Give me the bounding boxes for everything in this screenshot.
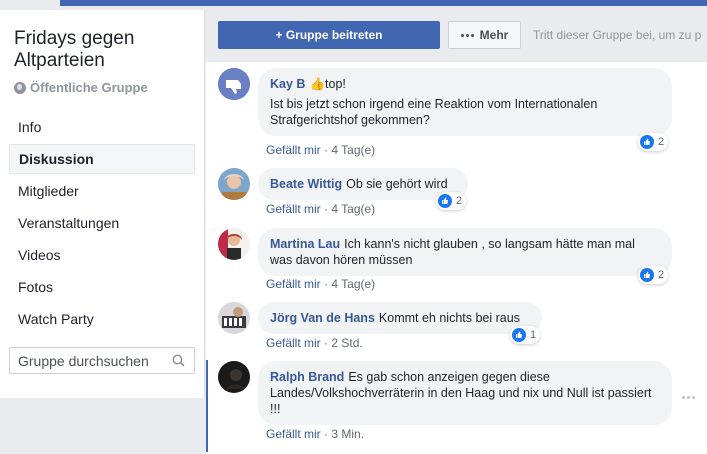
like-reaction-icon	[512, 328, 526, 342]
avatar[interactable]	[218, 228, 250, 260]
like-reaction-icon	[640, 268, 654, 282]
user-photo	[218, 361, 250, 393]
top-strip	[0, 0, 707, 10]
like-reaction-icon	[438, 194, 452, 208]
avatar[interactable]	[218, 68, 250, 100]
group-privacy: Öffentliche Gruppe	[14, 80, 148, 95]
comment-timestamp[interactable]: 4 Tag(e)	[331, 202, 375, 216]
comment-item	[218, 228, 250, 260]
group-nav: Info Diskussion Mitglieder Veranstaltung…	[9, 112, 195, 336]
comment-meta: Gefällt mir · 4 Tag(e)	[266, 143, 376, 157]
reaction-number: 2	[658, 269, 665, 281]
group-search-input[interactable]	[18, 352, 168, 369]
like-link[interactable]: Gefällt mir	[266, 336, 321, 350]
join-group-button[interactable]: + Gruppe beitreten	[218, 21, 440, 49]
comment-item	[218, 68, 250, 100]
comment-bubble: Ralph Brand Es gab schon anzeigen gegen d…	[258, 361, 672, 425]
comment-meta: Gefällt mir · 2 Std.	[266, 336, 363, 350]
group-search	[9, 347, 195, 374]
nav-item-diskussion[interactable]: Diskussion	[9, 144, 195, 174]
comment-text: Kommt eh nichts bei raus	[378, 311, 520, 325]
comment-author[interactable]: Beate Wittig	[270, 177, 342, 191]
like-link[interactable]: Gefällt mir	[266, 143, 321, 157]
comment-text: top!	[325, 77, 346, 91]
more-button[interactable]: Mehr	[448, 21, 521, 49]
comment-options-icon[interactable]	[682, 396, 695, 399]
like-link[interactable]: Gefällt mir	[266, 277, 321, 291]
reaction-number: 2	[456, 195, 463, 207]
avatar[interactable]	[218, 168, 250, 200]
group-title[interactable]: Fridays gegen Altparteien	[14, 28, 194, 72]
emoji-thumbs-up: 👍	[309, 77, 326, 91]
user-photo	[218, 302, 250, 334]
like-link[interactable]: Gefällt mir	[266, 427, 321, 441]
search-icon[interactable]	[172, 354, 185, 367]
comment-text-body: Ist bis jetzt schon irgend eine Reaktion…	[270, 97, 598, 127]
comment-item	[218, 361, 250, 393]
group-sidebar: Fridays gegen Altparteien Öffentliche Gr…	[0, 10, 205, 454]
join-hint: Tritt dieser Gruppe bei, um zu p	[533, 28, 702, 42]
top-nav-bar	[60, 0, 707, 6]
join-group-label: + Gruppe beitreten	[275, 28, 383, 42]
comment-timestamp[interactable]: 4 Tag(e)	[331, 143, 375, 157]
sidebar-footer-space	[0, 398, 205, 454]
user-photo	[218, 168, 250, 200]
comment-item	[218, 168, 250, 200]
comment-author[interactable]: Jörg Van de Hans	[270, 311, 375, 325]
more-dots-icon	[460, 33, 474, 37]
comment-timestamp[interactable]: 3 Min.	[331, 427, 364, 441]
comment-bubble: Kay B 👍top! Ist bis jetzt schon irgend ei…	[258, 68, 672, 136]
comment-bubble: Jörg Van de Hans Kommt eh nichts bei raus	[258, 302, 542, 334]
nav-item-watch-party[interactable]: Watch Party	[9, 304, 195, 334]
comment-author[interactable]: Martina Lau	[270, 237, 340, 251]
reaction-count[interactable]: 1	[510, 326, 541, 344]
comment-author[interactable]: Kay B	[270, 77, 305, 91]
comment-author[interactable]: Ralph Brand	[270, 370, 344, 384]
thumb-down-avatar-icon	[218, 68, 250, 100]
comment-meta: Gefällt mir · 4 Tag(e)	[266, 202, 376, 216]
reaction-count[interactable]: 2	[638, 133, 669, 151]
nav-item-videos[interactable]: Videos	[9, 240, 195, 270]
reaction-count[interactable]: 2	[436, 192, 467, 210]
nav-item-fotos[interactable]: Fotos	[9, 272, 195, 302]
nav-item-veranstaltungen[interactable]: Veranstaltungen	[9, 208, 195, 238]
comment-timestamp[interactable]: 4 Tag(e)	[331, 277, 375, 291]
comment-item	[218, 302, 250, 334]
globe-icon	[14, 81, 26, 94]
comment-meta: Gefällt mir · 4 Tag(e)	[266, 277, 376, 291]
user-photo	[218, 228, 250, 260]
avatar[interactable]	[218, 361, 250, 393]
group-privacy-label: Öffentliche Gruppe	[30, 80, 148, 95]
like-link[interactable]: Gefällt mir	[266, 202, 321, 216]
comment-meta: Gefällt mir · 3 Min.	[266, 427, 365, 441]
more-label: Mehr	[479, 28, 509, 42]
nav-item-info[interactable]: Info	[9, 112, 195, 142]
active-comment-marker	[206, 360, 208, 452]
comment-bubble: Martina Lau Ich kann's nicht glauben , so…	[258, 228, 672, 276]
comment-text: Ob sie gehört wird	[346, 177, 448, 191]
discussion-comments: Kay B 👍top! Ist bis jetzt schon irgend ei…	[206, 62, 707, 454]
nav-item-mitglieder[interactable]: Mitglieder	[9, 176, 195, 206]
avatar[interactable]	[218, 302, 250, 334]
comment-timestamp[interactable]: 2 Std.	[331, 336, 362, 350]
reaction-number: 2	[658, 136, 665, 148]
like-reaction-icon	[640, 135, 654, 149]
reaction-count[interactable]: 2	[638, 266, 669, 284]
reaction-number: 1	[530, 329, 537, 341]
